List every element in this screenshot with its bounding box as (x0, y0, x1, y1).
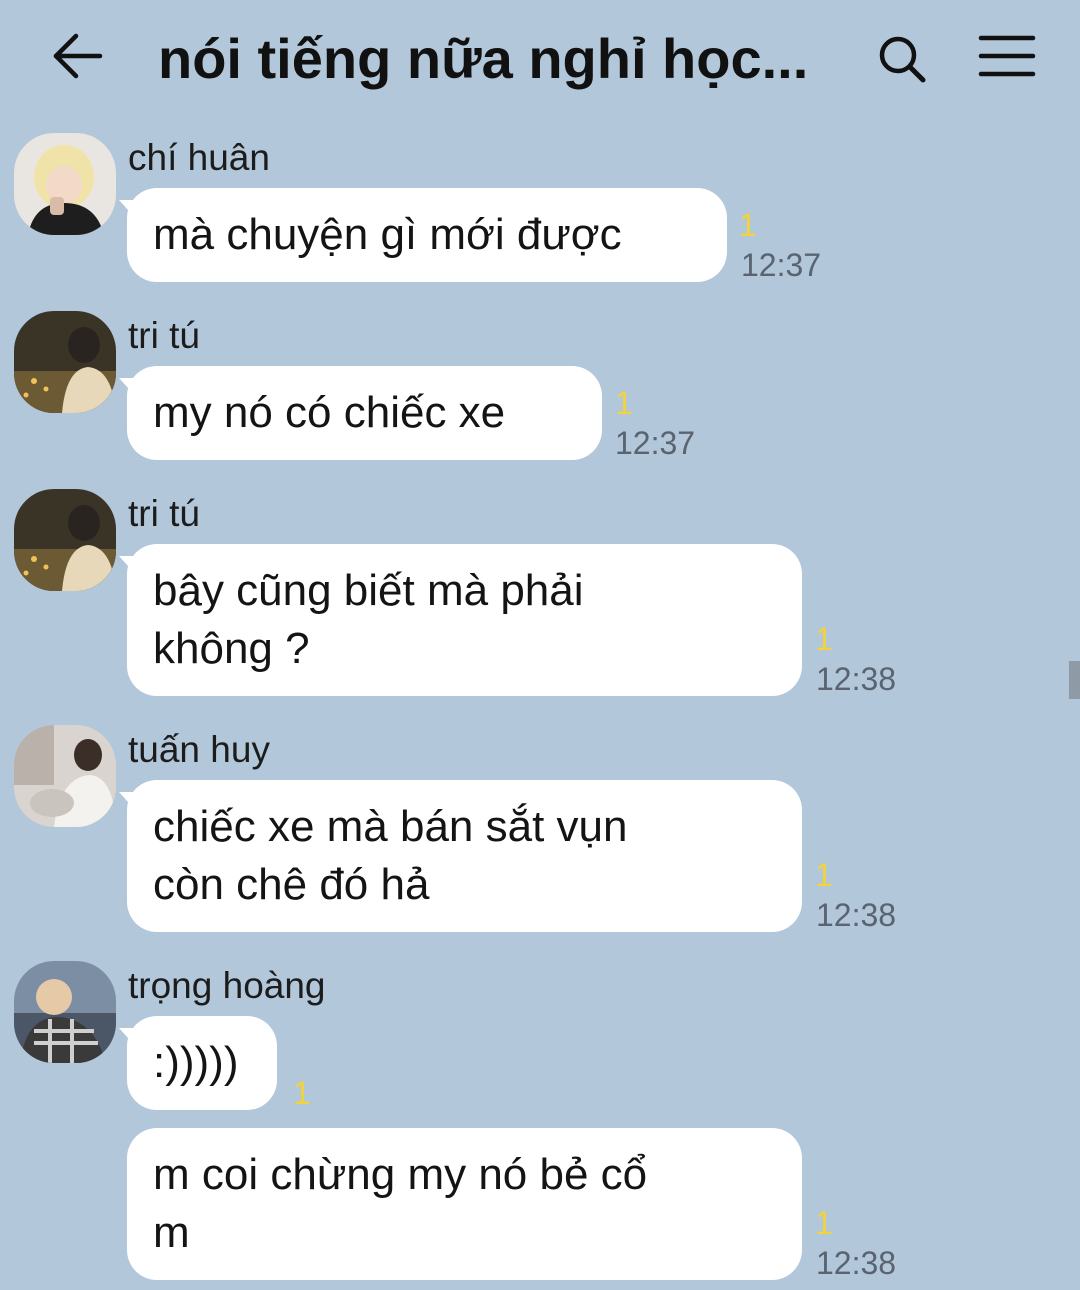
arrow-left-icon (53, 33, 103, 79)
message-text: m coi chừng my nó bẻ cổ m (153, 1150, 648, 1257)
message-text: :))))) (153, 1038, 239, 1087)
message-bubble[interactable]: my nó có chiếc xe (119, 366, 602, 460)
message-bubble[interactable]: chiếc xe mà bán sắt vụn còn chê đó hả (119, 780, 802, 932)
message-bubble[interactable]: m coi chừng my nó bẻ cổ m (127, 1128, 802, 1280)
sender-name: chí huân (128, 137, 270, 178)
message-time: 12:37 (615, 425, 696, 461)
unread-count: 1 (293, 1075, 311, 1111)
hamburger-menu-icon (978, 35, 1036, 77)
sender-name: trọng hoàng (128, 965, 326, 1006)
unread-count: 1 (815, 621, 833, 657)
message-text: chiếc xe mà bán sắt vụn còn chê đó hả (153, 802, 628, 909)
chat-title: nói tiếng nữa nghỉ học... (158, 27, 809, 90)
search-icon (879, 36, 926, 83)
message-text: bây cũng biết mà phải không ? (153, 566, 584, 673)
message-bubble[interactable]: mà chuyện gì mới được (119, 188, 727, 282)
unread-count: 1 (815, 1205, 833, 1241)
sender-name: tuấn huy (128, 729, 270, 770)
message-text: my nó có chiếc xe (153, 388, 506, 437)
search-button[interactable] (874, 32, 930, 88)
message-time: 12:38 (816, 1245, 897, 1281)
avatar[interactable] (14, 489, 116, 591)
avatar[interactable] (14, 725, 116, 827)
back-button[interactable] (50, 32, 106, 84)
message-time: 12:37 (741, 247, 822, 283)
message-text: mà chuyện gì mới được (153, 210, 622, 259)
message-bubble[interactable]: :))))) (119, 1016, 277, 1110)
sender-name: tri tú (128, 315, 200, 356)
avatar[interactable] (14, 133, 116, 235)
message-time: 12:38 (816, 897, 897, 933)
message-bubble[interactable]: bây cũng biết mà phải không ? (119, 544, 802, 696)
avatar[interactable] (14, 961, 116, 1063)
unread-count: 1 (739, 207, 757, 243)
chat-header: nói tiếng nữa nghỉ học... (0, 0, 1080, 120)
unread-count: 1 (615, 385, 633, 421)
sender-name: tri tú (128, 493, 200, 534)
scrollbar-thumb[interactable] (1069, 661, 1080, 699)
menu-button[interactable] (978, 34, 1036, 80)
message-time: 12:38 (816, 661, 897, 697)
unread-count: 1 (815, 857, 833, 893)
avatar[interactable] (14, 311, 116, 413)
